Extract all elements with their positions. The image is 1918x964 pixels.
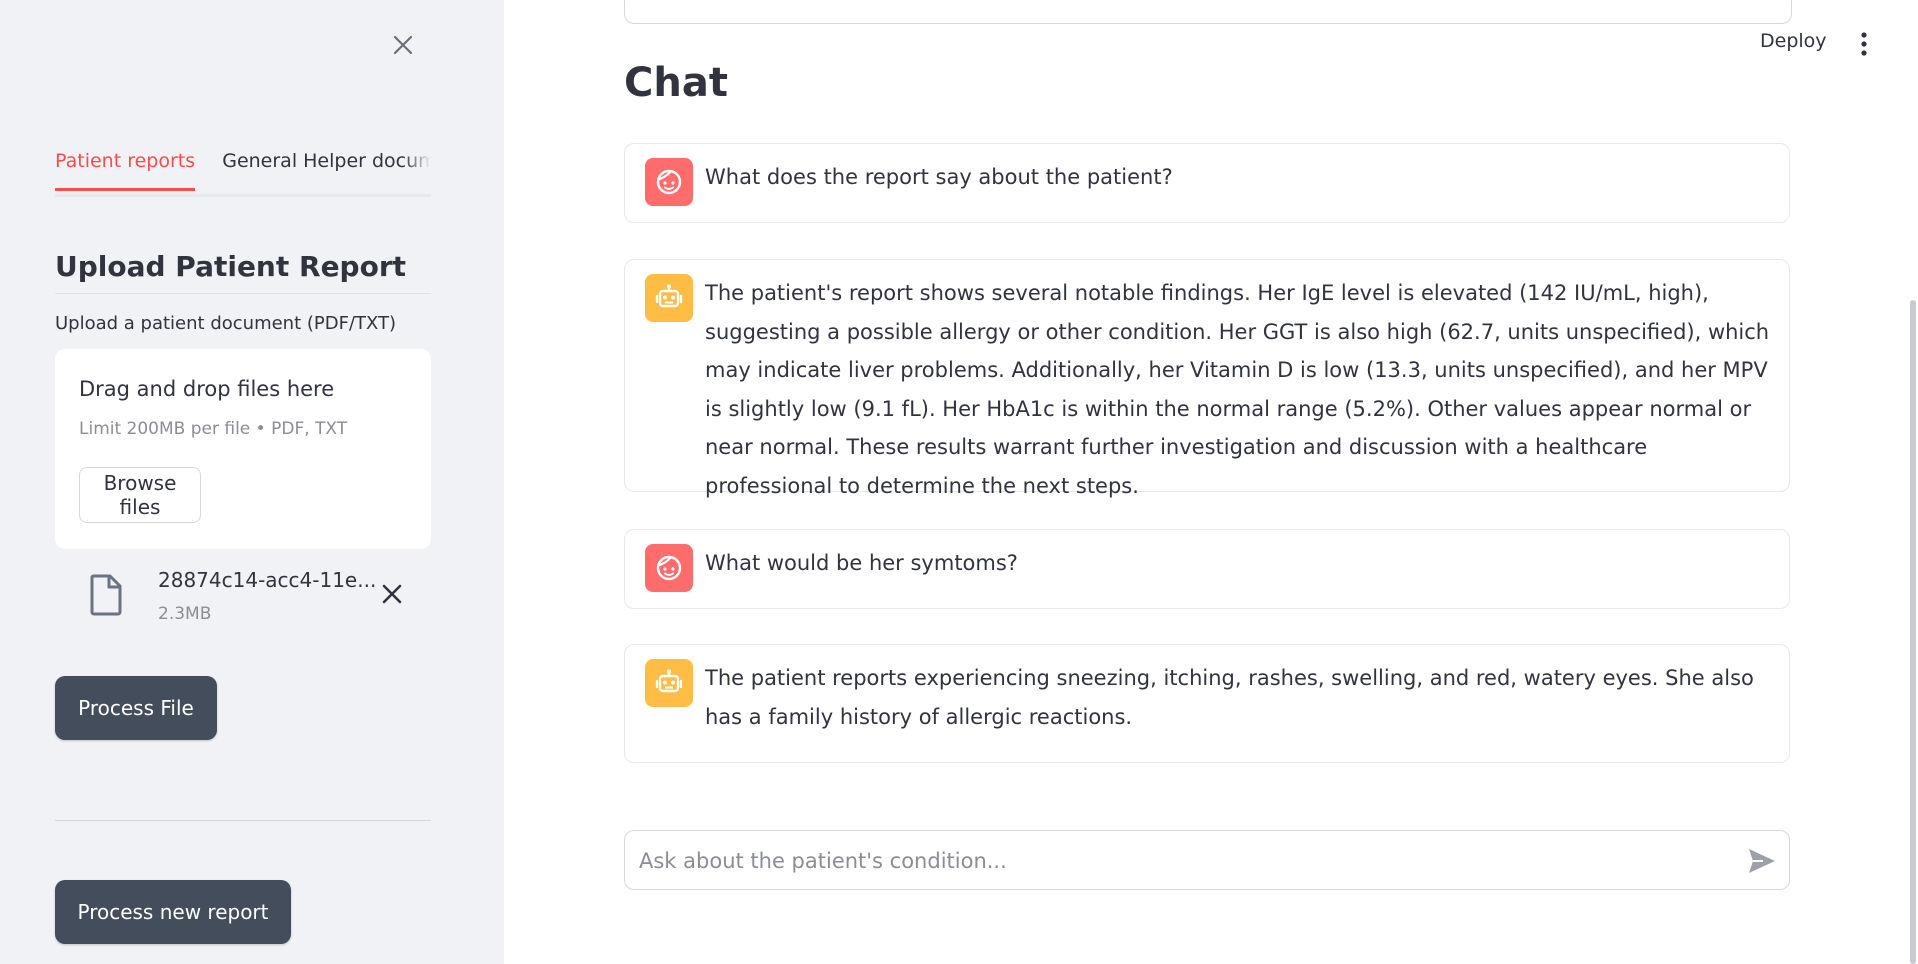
remove-file-icon[interactable] <box>380 582 404 610</box>
deploy-button[interactable]: Deploy <box>1760 30 1827 52</box>
user-face-icon <box>645 544 693 592</box>
more-vertical-icon[interactable] <box>1852 30 1876 62</box>
process-new-report-button[interactable]: Process new report <box>55 880 291 944</box>
chat-message-user: What does the report say about the patie… <box>624 143 1790 223</box>
tab-overflow-fade <box>403 146 431 190</box>
chat-message-user: What would be her symtoms? <box>624 529 1790 609</box>
chat-message-assistant: The patient's report shows several notab… <box>624 259 1790 498</box>
chat-heading: Chat <box>624 60 728 106</box>
user-face-icon <box>645 158 693 206</box>
sidebar: Patient reports General Helper documen U… <box>0 0 504 964</box>
close-icon[interactable] <box>388 30 418 60</box>
send-icon[interactable] <box>1747 847 1777 879</box>
message-text: The patient's report shows several notab… <box>705 281 1770 498</box>
scrollbar[interactable] <box>1910 300 1916 964</box>
message-text: The patient reports experiencing sneezin… <box>705 666 1754 729</box>
uploaded-file-row: 28874c14-acc4-11e... 2.3MB <box>55 560 431 636</box>
tab-patient-reports[interactable]: Patient reports <box>55 146 196 191</box>
file-size: 2.3MB <box>158 604 212 624</box>
dropzone-title: Drag and drop files here <box>79 377 335 401</box>
file-dropzone[interactable]: Drag and drop files here Limit 200MB per… <box>55 349 431 549</box>
tab-general-helper-documents[interactable]: General Helper documen <box>222 146 431 188</box>
sidebar-tabs: Patient reports General Helper documen <box>55 146 431 197</box>
browse-files-button[interactable]: Browse files <box>79 467 201 523</box>
dropzone-limit: Limit 200MB per file • PDF, TXT <box>79 419 348 439</box>
sidebar-divider <box>55 820 431 821</box>
chat-input[interactable] <box>637 831 1721 891</box>
file-name: 28874c14-acc4-11e... <box>158 568 377 592</box>
message-text: What does the report say about the patie… <box>705 165 1173 189</box>
file-icon <box>89 574 123 620</box>
chat-input-container <box>624 830 1790 891</box>
upload-caption: Upload a patient document (PDF/TXT) <box>55 313 397 334</box>
robot-icon <box>645 659 693 707</box>
top-container-edge <box>624 0 1792 24</box>
message-text: What would be her symtoms? <box>705 551 1018 575</box>
process-file-button[interactable]: Process File <box>55 676 217 740</box>
robot-icon <box>645 274 693 322</box>
chat-message-assistant: The patient reports experiencing sneezin… <box>624 644 1790 763</box>
upload-heading: Upload Patient Report <box>55 250 431 294</box>
